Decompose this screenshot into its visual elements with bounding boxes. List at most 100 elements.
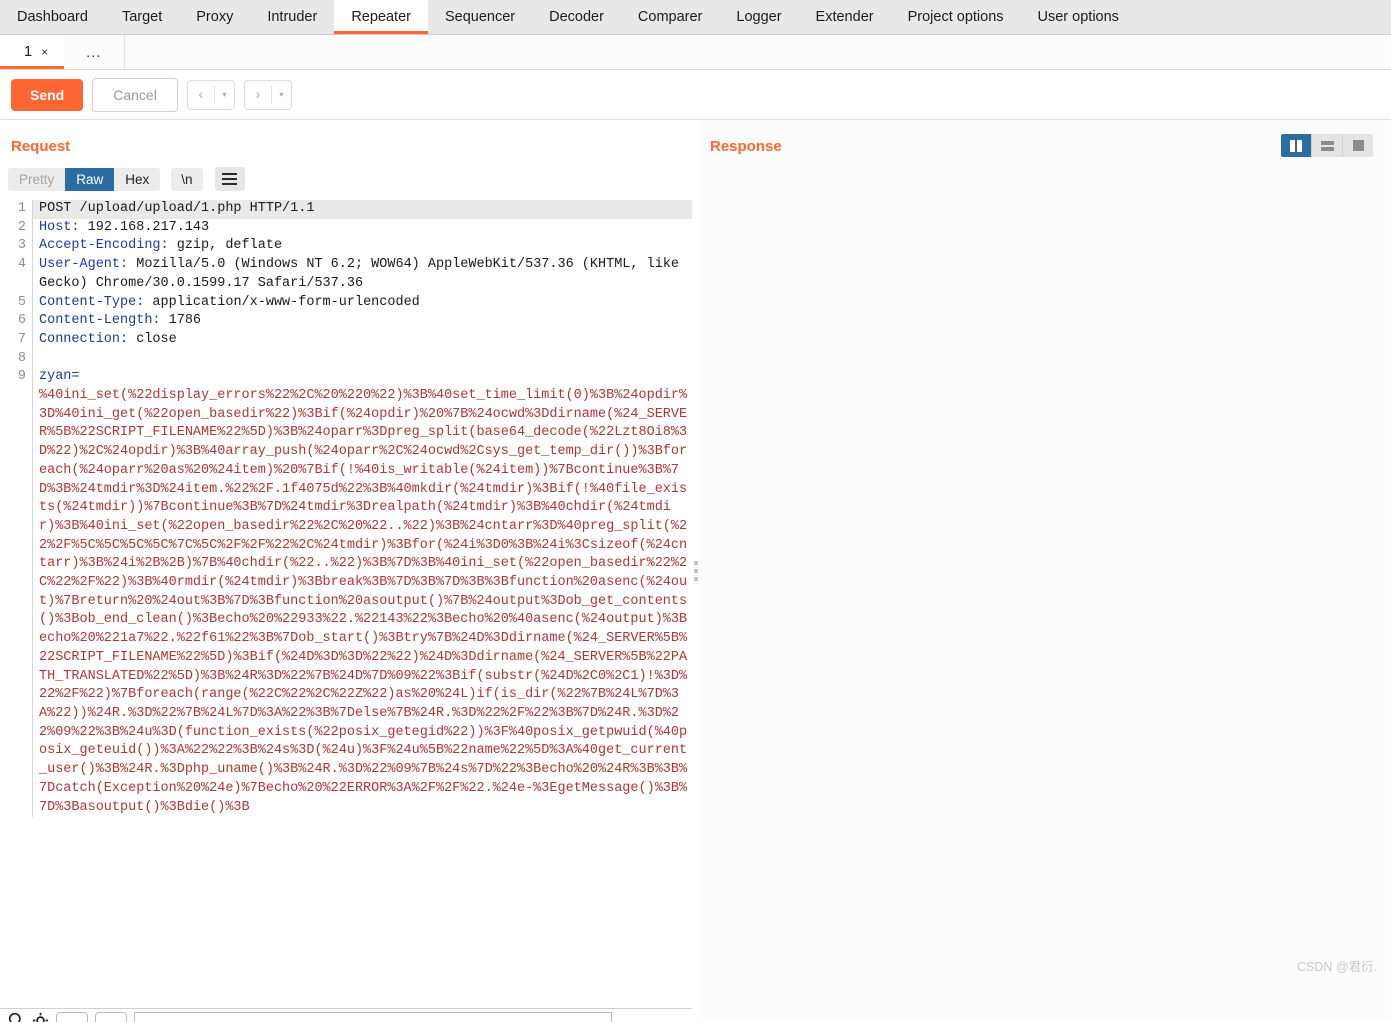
main-tab-decoder[interactable]: Decoder xyxy=(532,0,621,34)
main-tab-label: Extender xyxy=(815,9,874,25)
header-name: Content-Length: xyxy=(39,313,161,329)
main-tab-label: Sequencer xyxy=(444,9,516,25)
line-number: 3 xyxy=(0,237,33,257)
main-tab-label: Target xyxy=(121,9,163,25)
main-tab-label: Decoder xyxy=(549,9,604,25)
header-name: Connection: xyxy=(39,331,129,347)
main-tab-label: Project options xyxy=(907,9,1004,25)
header-value: Mozilla/5.0 (Windows NT 6.2; WOW64) Appl… xyxy=(39,257,688,291)
main-tab-sequencer[interactable]: Sequencer xyxy=(428,0,532,34)
tab-pretty[interactable]: Pretty xyxy=(8,167,66,191)
main-tab-extender[interactable]: Extender xyxy=(799,0,891,34)
go-forward-button[interactable]: › ▾ xyxy=(243,79,292,110)
code-line: 6 Content-Length: 1786 xyxy=(0,312,692,331)
line-number: 2 xyxy=(0,218,33,238)
main-tab-logger[interactable]: Logger xyxy=(719,0,798,34)
request-editor[interactable]: 1 POST /upload/upload/1.php HTTP/1.1 2 H… xyxy=(0,200,692,945)
hamburger-line xyxy=(222,173,238,175)
send-button[interactable]: Send xyxy=(11,78,84,111)
main-tab-project-options[interactable]: Project options xyxy=(891,0,1021,34)
layout-split-horizontal-button[interactable] xyxy=(1312,134,1343,157)
gear-icon[interactable] xyxy=(32,1012,49,1022)
hamburger-line xyxy=(222,178,238,180)
main-tab-target[interactable]: Target xyxy=(105,0,179,34)
header-value: application/x-www-form-urlencoded xyxy=(144,294,420,310)
chevron-right-icon: › xyxy=(255,86,261,103)
request-pane-title: Request xyxy=(11,138,71,155)
tab-raw[interactable]: Raw xyxy=(65,167,115,191)
code-line: 1 POST /upload/upload/1.php HTTP/1.1 xyxy=(0,200,692,219)
main-tab-repeater[interactable]: Repeater xyxy=(334,0,428,34)
close-icon[interactable]: × xyxy=(41,46,48,58)
line-number: 4 xyxy=(0,256,33,294)
repeater-tab-bar: 1 × ... xyxy=(0,35,1391,70)
line-number: 1 xyxy=(0,200,33,219)
header-name: Accept-Encoding: xyxy=(39,238,169,254)
single-pane-icon xyxy=(1352,140,1364,151)
split-vertical-icon xyxy=(1290,139,1302,152)
response-pane: Response xyxy=(699,120,1391,1022)
main-tab-comparer[interactable]: Comparer xyxy=(621,0,719,34)
cancel-button[interactable]: Cancel xyxy=(92,77,178,112)
pane-splitter-handle[interactable] xyxy=(692,120,699,1022)
request-view-mode-group: Pretty Raw Hex xyxy=(8,167,161,191)
search-next-button[interactable] xyxy=(95,1012,127,1022)
header-name: Host: xyxy=(39,219,80,235)
code-line: 7 Connection: close xyxy=(0,330,692,350)
search-prev-button[interactable] xyxy=(56,1012,88,1022)
search-icon[interactable] xyxy=(8,1012,25,1022)
main-tab-label: Proxy xyxy=(196,9,234,25)
line-number: 8 xyxy=(0,349,33,369)
repeater-tab-label: 1 xyxy=(24,44,33,60)
line-number: 6 xyxy=(0,312,33,331)
request-line-content xyxy=(33,350,692,369)
response-editor[interactable] xyxy=(699,164,1391,909)
main-tab-dashboard[interactable]: Dashboard xyxy=(0,0,105,34)
hamburger-line xyxy=(222,183,238,185)
layout-single-pane-button[interactable] xyxy=(1343,134,1373,157)
splitter-dot xyxy=(693,569,698,573)
chevron-down-icon[interactable]: ▾ xyxy=(272,81,291,109)
header-value: close xyxy=(128,331,177,347)
chevron-down-icon[interactable]: ▾ xyxy=(215,81,234,109)
main-tab-label: Logger xyxy=(736,9,782,25)
tab-hex[interactable]: Hex xyxy=(114,167,161,191)
request-line-content: Content-Length: 1786 xyxy=(33,312,692,331)
add-repeater-tab-button[interactable]: ... xyxy=(64,35,125,69)
main-tab-user-options[interactable]: User options xyxy=(1021,0,1136,34)
code-line: 2 Host: 192.168.217.143 xyxy=(0,218,692,238)
request-search-bar xyxy=(0,1008,692,1022)
splitter-dot xyxy=(693,561,698,565)
request-pane: Request Pretty Raw Hex \n 1 POST /upload… xyxy=(0,120,692,1022)
header-value: gzip, deflate xyxy=(168,238,283,254)
search-input[interactable] xyxy=(134,1012,612,1022)
layout-split-vertical-button[interactable] xyxy=(1281,134,1312,157)
splitter-dot xyxy=(693,577,698,581)
hamburger-icon[interactable] xyxy=(214,167,245,191)
split-horizontal-icon xyxy=(1320,140,1334,151)
main-tab-label: User options xyxy=(1037,9,1119,25)
main-tab-label: Repeater xyxy=(351,9,411,25)
header-value: 1786 xyxy=(160,313,202,329)
main-tab-intruder[interactable]: Intruder xyxy=(250,0,334,34)
code-line: 8 xyxy=(0,349,692,369)
show-newlines-button[interactable]: \n xyxy=(171,167,203,191)
request-line-content: POST /upload/upload/1.php HTTP/1.1 xyxy=(33,200,692,219)
line-number: 5 xyxy=(0,293,33,313)
request-body-content: zyan= %40ini_set(%22display_errors%22%2C%… xyxy=(33,368,692,817)
go-back-button[interactable]: ‹ ▾ xyxy=(186,79,235,110)
main-tab-label: Intruder xyxy=(267,9,318,25)
code-line: 9 zyan= %40ini_set(%22display_errors%22%2… xyxy=(0,368,692,818)
main-tab-proxy[interactable]: Proxy xyxy=(179,0,250,34)
splitter-dots-icon xyxy=(693,561,698,581)
request-line-content: Host: 192.168.217.143 xyxy=(33,219,692,238)
header-value: 192.168.217.143 xyxy=(79,219,210,235)
code-line: 5 Content-Type: application/x-www-form-u… xyxy=(0,293,692,313)
header-name: Content-Type: xyxy=(39,294,145,310)
repeater-tab-1[interactable]: 1 × xyxy=(0,35,65,69)
header-name: User-Agent: xyxy=(39,257,129,273)
body-param-value: %40ini_set(%22display_errors%22%2C%20%22… xyxy=(39,388,688,815)
body-param-name: zyan= xyxy=(39,369,80,385)
request-line-content: User-Agent: Mozilla/5.0 (Windows NT 6.2;… xyxy=(33,256,692,293)
repeater-action-bar: Send Cancel ‹ ▾ › ▾ xyxy=(0,70,1391,120)
